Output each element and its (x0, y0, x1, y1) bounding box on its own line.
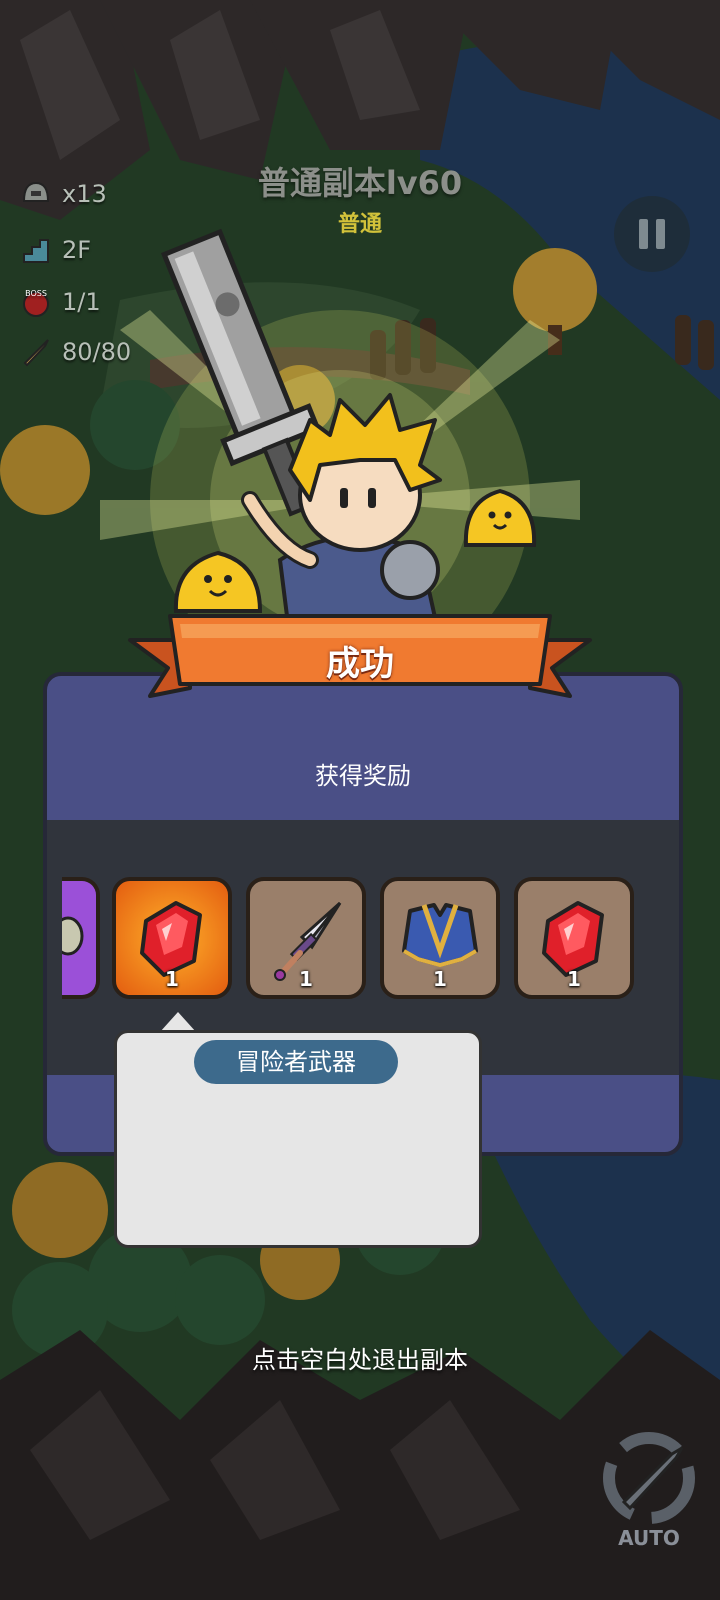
reward-item-partial[interactable] (62, 877, 100, 999)
item-quantity: 1 (165, 967, 179, 991)
reward-item-dagger[interactable]: 1 (246, 877, 366, 999)
pause-button[interactable] (614, 196, 690, 272)
auto-label: AUTO (618, 1526, 680, 1550)
sword-icon (20, 336, 52, 368)
boss-icon-label: BOSS (25, 289, 47, 298)
reward-item-red-gem[interactable]: 1 (514, 877, 634, 999)
floor-value: 2F (62, 236, 92, 264)
tooltip-item-name: 冒险者武器 (194, 1040, 398, 1084)
boss-count: 1/1 (62, 288, 101, 316)
exit-hint[interactable]: 点击空白处退出副本 (0, 1340, 720, 1375)
item-quantity: 1 (299, 967, 313, 991)
stage-difficulty: 普通 (337, 212, 382, 237)
reward-title: 获得奖励 (315, 762, 411, 790)
boss-counter: BOSS 1/1 (20, 286, 101, 318)
success-banner: 成功 (326, 644, 394, 684)
tooltip-pointer (160, 1012, 196, 1032)
pause-icon (639, 219, 648, 249)
yellow-slime (463, 488, 537, 547)
auto-button[interactable]: AUTO (594, 1430, 704, 1550)
stairs-icon (20, 234, 52, 266)
boss-icon: BOSS (20, 286, 52, 318)
item-quantity: 1 (433, 967, 447, 991)
reward-item-red-gem[interactable]: 1 (112, 877, 232, 999)
reward-item-blue-armor[interactable]: 1 (380, 877, 500, 999)
yellow-slime (173, 550, 263, 613)
stage-title: 普通副本lv60 (257, 164, 463, 202)
auto-icon (603, 1432, 695, 1524)
floor-counter: 2F (20, 234, 91, 266)
stamina-counter: 80/80 (20, 336, 131, 368)
item-quantity: 1 (567, 967, 581, 991)
stamina-value: 80/80 (62, 338, 132, 366)
